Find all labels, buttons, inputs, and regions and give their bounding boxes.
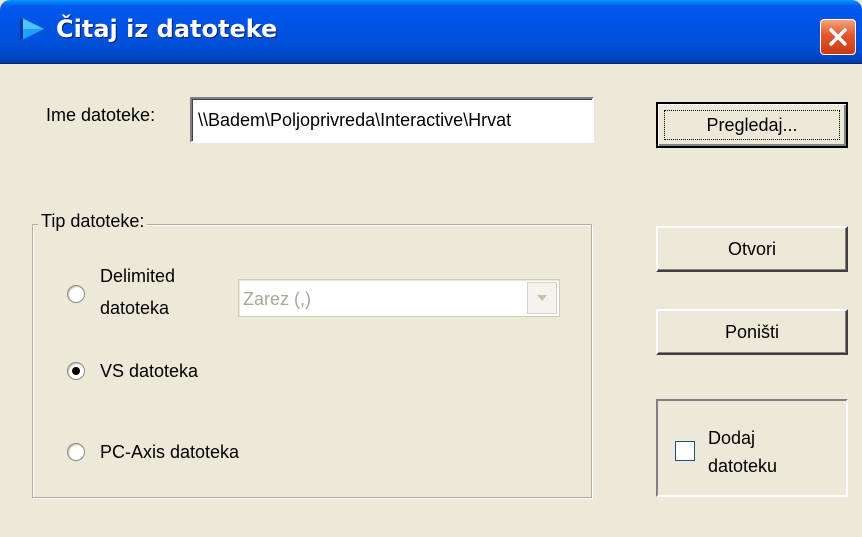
radio-vs-label: VS datoteka [100, 361, 199, 381]
cancel-button[interactable]: Poništi [656, 309, 848, 355]
file-type-group-title: Tip datoteke: [38, 210, 148, 232]
open-button-label: Otvori [727, 238, 776, 259]
radio-vs[interactable] [67, 362, 85, 380]
radio-delimited-label-line1: Delimited [100, 266, 176, 286]
delimiter-select[interactable]: Zarez (,) [238, 279, 560, 317]
title-bar[interactable]: Čitaj iz datoteke [0, 0, 862, 64]
append-file-label-line1: Dodaj [708, 428, 756, 448]
file-name-label: Ime datoteke: [46, 105, 156, 125]
focus-rectangle [664, 110, 840, 140]
append-file-label-line2: datoteku [708, 456, 778, 476]
radio-pc-axis-label: PC-Axis datoteka [100, 442, 240, 462]
radio-delimited[interactable] [67, 285, 85, 303]
file-name-input[interactable]: \\Badem\Poljoprivreda\Interactive\Hrvat [190, 97, 594, 143]
delimiter-select-value: Zarez (,) [243, 289, 312, 309]
close-icon [829, 28, 847, 46]
dropdown-button[interactable] [527, 282, 557, 314]
radio-delimited-label-line2: datoteka [100, 298, 170, 318]
chevron-down-icon [537, 295, 547, 301]
append-file-checkbox[interactable] [675, 441, 695, 461]
window-title: Čitaj iz datoteke [56, 15, 278, 43]
browse-button[interactable]: Pregledaj... [656, 102, 848, 148]
dialog-window: Čitaj iz datoteke Ime datoteke: \\Badem\… [0, 0, 862, 537]
close-button[interactable] [820, 19, 856, 55]
cancel-button-label: Poništi [724, 321, 780, 342]
open-button[interactable]: Otvori [656, 226, 848, 272]
blue-pennant-icon [20, 17, 44, 41]
radio-pc-axis[interactable] [67, 443, 85, 461]
